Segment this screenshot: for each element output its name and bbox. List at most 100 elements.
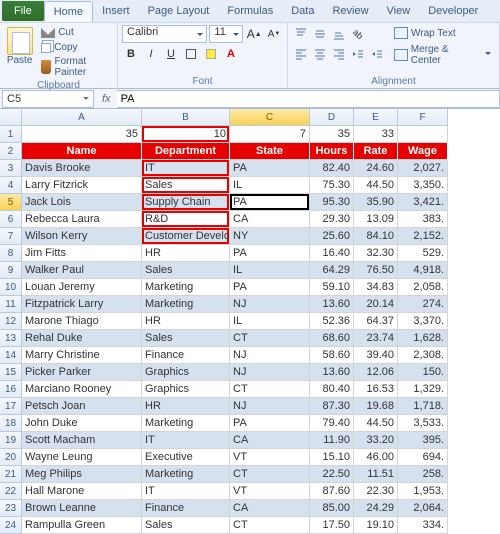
cell-D1[interactable]: 35 [310, 126, 354, 143]
cell-B11[interactable]: Marketing [142, 296, 230, 313]
row-head-8[interactable]: 8 [0, 245, 22, 262]
align-center-button[interactable] [311, 45, 329, 63]
cell-E20[interactable]: 46.00 [354, 449, 398, 466]
cell-C23[interactable]: CA [230, 500, 310, 517]
font-size-select[interactable]: 11 [209, 25, 243, 43]
header-B[interactable]: Department [142, 143, 230, 160]
cell-F21[interactable]: 258. [398, 466, 448, 483]
cell-E21[interactable]: 11.51 [354, 466, 398, 483]
cell-F5[interactable]: 3,421. [398, 194, 448, 211]
header-F[interactable]: Wage [398, 143, 448, 160]
header-A[interactable]: Name [22, 143, 142, 160]
cell-C16[interactable]: CT [230, 381, 310, 398]
cell-D15[interactable]: 13.60 [310, 364, 354, 381]
formula-input[interactable] [117, 90, 500, 108]
cell-E13[interactable]: 23.74 [354, 330, 398, 347]
cell-E8[interactable]: 32.30 [354, 245, 398, 262]
spreadsheet-grid[interactable]: ABCDEF13510735332NameDepartmentStateHour… [0, 109, 500, 534]
row-head-18[interactable]: 18 [0, 415, 22, 432]
cell-E5[interactable]: 35.90 [354, 194, 398, 211]
col-head-D[interactable]: D [310, 109, 354, 126]
cell-D8[interactable]: 16.40 [310, 245, 354, 262]
cell-C11[interactable]: NJ [230, 296, 310, 313]
name-box[interactable]: C5 [2, 90, 94, 108]
col-head-A[interactable]: A [22, 109, 142, 126]
cell-B10[interactable]: Marketing [142, 279, 230, 296]
select-all-corner[interactable] [0, 109, 22, 126]
align-middle-button[interactable] [311, 25, 329, 43]
cell-A1[interactable]: 35 [22, 126, 142, 143]
cell-C15[interactable]: NJ [230, 364, 310, 381]
orientation-button[interactable]: ab [349, 25, 367, 43]
cell-B9[interactable]: Sales [142, 262, 230, 279]
cell-B5[interactable]: Supply Chain [142, 194, 230, 211]
cell-B1[interactable]: 10 [142, 126, 230, 143]
cell-E16[interactable]: 16.53 [354, 381, 398, 398]
cell-E1[interactable]: 33 [354, 126, 398, 143]
header-D[interactable]: Hours [310, 143, 354, 160]
cell-F7[interactable]: 2,152. [398, 228, 448, 245]
cell-D12[interactable]: 52.36 [310, 313, 354, 330]
cell-E14[interactable]: 39.40 [354, 347, 398, 364]
format-painter-button[interactable]: Format Painter [39, 55, 113, 79]
cell-A23[interactable]: Brown Leanne [22, 500, 142, 517]
cell-A6[interactable]: Rebecca Laura [22, 211, 142, 228]
row-head-5[interactable]: 5 [0, 194, 22, 211]
cell-F16[interactable]: 1,329. [398, 381, 448, 398]
tab-review[interactable]: Review [323, 1, 377, 21]
cell-E19[interactable]: 33.20 [354, 432, 398, 449]
col-head-B[interactable]: B [142, 109, 230, 126]
border-button[interactable] [182, 45, 200, 63]
cell-F12[interactable]: 3,370. [398, 313, 448, 330]
cell-C18[interactable]: PA [230, 415, 310, 432]
cell-C13[interactable]: CT [230, 330, 310, 347]
cell-C22[interactable]: VT [230, 483, 310, 500]
cell-D7[interactable]: 25.60 [310, 228, 354, 245]
cell-A10[interactable]: Louan Jeremy [22, 279, 142, 296]
row-head-17[interactable]: 17 [0, 398, 22, 415]
copy-button[interactable]: Copy [39, 40, 113, 54]
cell-F13[interactable]: 1,628. [398, 330, 448, 347]
row-head-9[interactable]: 9 [0, 262, 22, 279]
cell-E22[interactable]: 22.30 [354, 483, 398, 500]
align-top-button[interactable] [292, 25, 310, 43]
cell-B6[interactable]: R&D [142, 211, 230, 228]
cell-C4[interactable]: IL [230, 177, 310, 194]
cell-B8[interactable]: HR [142, 245, 230, 262]
cell-C20[interactable]: VT [230, 449, 310, 466]
cell-C9[interactable]: IL [230, 262, 310, 279]
cell-A14[interactable]: Marry Christine [22, 347, 142, 364]
cell-E6[interactable]: 13.09 [354, 211, 398, 228]
tab-page-layout[interactable]: Page Layout [139, 1, 219, 21]
cell-A3[interactable]: Davis Brooke [22, 160, 142, 177]
cell-F9[interactable]: 4,918. [398, 262, 448, 279]
tab-view[interactable]: View [378, 1, 420, 21]
tab-developer[interactable]: Developer [419, 1, 487, 21]
cell-B4[interactable]: Sales [142, 177, 230, 194]
cell-E15[interactable]: 12.06 [354, 364, 398, 381]
cell-D17[interactable]: 87.30 [310, 398, 354, 415]
cell-B3[interactable]: IT [142, 160, 230, 177]
cell-C1[interactable]: 7 [230, 126, 310, 143]
cell-B19[interactable]: IT [142, 432, 230, 449]
cell-E23[interactable]: 24.29 [354, 500, 398, 517]
cut-button[interactable]: Cut [39, 25, 113, 39]
cell-C19[interactable]: CA [230, 432, 310, 449]
cell-A11[interactable]: Fitzpatrick Larry [22, 296, 142, 313]
cell-F1[interactable] [398, 126, 448, 143]
wrap-text-button[interactable]: Wrap Text [390, 25, 495, 41]
cell-B15[interactable]: Graphics [142, 364, 230, 381]
row-head-1[interactable]: 1 [0, 126, 22, 143]
cell-E11[interactable]: 20.14 [354, 296, 398, 313]
header-C[interactable]: State [230, 143, 310, 160]
cell-B24[interactable]: Sales [142, 517, 230, 534]
cell-F23[interactable]: 2,064. [398, 500, 448, 517]
align-right-button[interactable] [330, 45, 348, 63]
cell-B7[interactable]: Customer Developm [142, 228, 230, 245]
cell-F3[interactable]: 2,027. [398, 160, 448, 177]
cell-C7[interactable]: NY [230, 228, 310, 245]
cell-C6[interactable]: CA [230, 211, 310, 228]
merge-center-button[interactable]: Merge & Center [390, 42, 495, 68]
cell-A19[interactable]: Scott Macham [22, 432, 142, 449]
cell-D20[interactable]: 15.10 [310, 449, 354, 466]
